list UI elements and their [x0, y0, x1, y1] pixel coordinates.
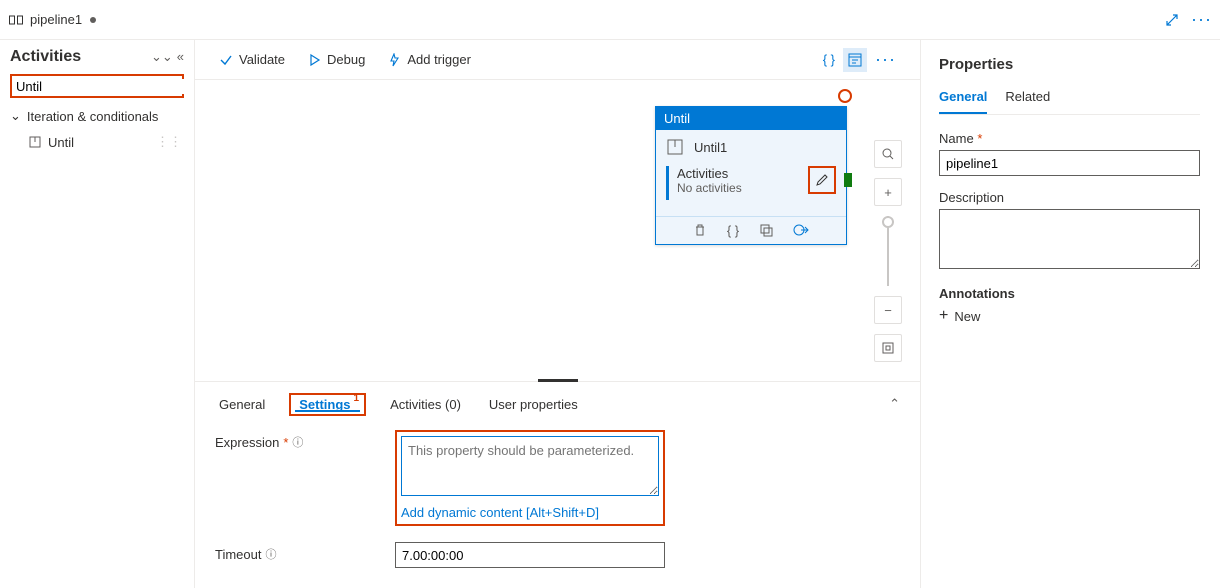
validate-label: Validate: [239, 52, 285, 67]
expression-label: Expression: [215, 435, 279, 450]
description-input[interactable]: [939, 209, 1200, 269]
properties-icon: [847, 52, 863, 68]
clone-icon[interactable]: [759, 223, 773, 237]
until-node-icon: [666, 138, 684, 156]
until-node[interactable]: Until Until1 Activities No activities: [655, 106, 847, 245]
timeout-input[interactable]: [395, 542, 665, 568]
delete-icon[interactable]: [693, 223, 707, 237]
plus-icon: +: [939, 307, 948, 325]
pipeline-name-input[interactable]: [939, 150, 1200, 176]
new-annotation-label: New: [954, 309, 980, 324]
fit-icon: [881, 341, 895, 355]
properties-title: Properties: [939, 56, 1200, 73]
debug-label: Debug: [327, 52, 365, 67]
edit-activities-button[interactable]: [808, 166, 836, 194]
add-trigger-label: Add trigger: [407, 52, 471, 67]
info-icon[interactable]: ⓘ: [265, 546, 276, 562]
accent-bar: [666, 166, 669, 200]
zoom-slider[interactable]: [887, 216, 889, 286]
play-icon: [307, 53, 321, 67]
new-annotation-button[interactable]: + New: [939, 307, 1200, 325]
activity-search-input[interactable]: [16, 79, 192, 94]
zoom-out-button[interactable]: −: [874, 296, 902, 324]
more-menu-icon[interactable]: ···: [875, 49, 896, 70]
tab-settings[interactable]: Settings 1: [295, 397, 360, 412]
zoom-knob[interactable]: [882, 216, 894, 228]
navigate-icon[interactable]: [793, 223, 809, 237]
canvas-search-button[interactable]: [874, 140, 902, 168]
more-icon[interactable]: ···: [1191, 9, 1212, 30]
tab-user-properties[interactable]: User properties: [485, 382, 582, 426]
collapse-all-icon[interactable]: ⌄⌄: [151, 49, 173, 65]
activity-search[interactable]: [10, 74, 184, 98]
chevron-down-icon: ⌄: [10, 108, 21, 124]
node-name: Until1: [694, 140, 727, 155]
tab-general-label: General: [219, 397, 265, 412]
required-marker: *: [283, 435, 288, 450]
annotations-label: Annotations: [939, 286, 1200, 301]
until-icon: [28, 135, 42, 149]
unsaved-indicator-icon: [90, 17, 96, 23]
pipeline-tab-label: pipeline1: [30, 12, 82, 27]
activity-category-label: Iteration & conditionals: [27, 109, 159, 124]
collapse-panel-icon[interactable]: ⌃: [889, 396, 900, 412]
description-label: Description: [939, 190, 1200, 205]
pencil-icon: [815, 173, 829, 187]
node-type-label: Until: [656, 107, 846, 130]
required-marker: *: [977, 131, 982, 146]
activity-category[interactable]: ⌄ Iteration & conditionals: [10, 108, 184, 124]
activity-item-label: Until: [48, 135, 74, 150]
add-dynamic-content-link[interactable]: Add dynamic content [Alt+Shift+D]: [401, 505, 599, 520]
name-label: Name: [939, 131, 974, 146]
collapse-panel-icon[interactable]: «: [177, 49, 184, 65]
grip-icon: ⋮⋮: [156, 134, 182, 150]
braces-icon[interactable]: { }: [727, 223, 739, 238]
trigger-icon: [387, 53, 401, 67]
check-icon: [219, 53, 233, 67]
properties-tab-general[interactable]: General: [939, 89, 987, 114]
tab-user-properties-label: User properties: [489, 397, 578, 412]
search-icon: [881, 147, 895, 161]
pipeline-icon: [8, 12, 24, 28]
settings-error-count: 1: [354, 393, 360, 404]
expand-icon[interactable]: [1165, 13, 1179, 27]
code-view-icon[interactable]: { }: [823, 52, 835, 67]
pipeline-tab[interactable]: pipeline1: [8, 12, 82, 28]
tab-activities[interactable]: Activities (0): [386, 382, 465, 426]
expression-input[interactable]: [401, 436, 659, 496]
tab-general[interactable]: General: [215, 382, 269, 426]
validate-button[interactable]: Validate: [219, 52, 285, 67]
debug-button[interactable]: Debug: [307, 52, 365, 67]
info-icon[interactable]: ⓘ: [292, 434, 303, 450]
activities-panel-title: Activities: [10, 48, 81, 66]
tab-settings-label: Settings: [299, 397, 350, 412]
add-trigger-button[interactable]: Add trigger: [387, 52, 471, 67]
properties-tab-related[interactable]: Related: [1005, 89, 1050, 114]
tab-activities-label: Activities (0): [390, 397, 461, 412]
node-activities-sub: No activities: [677, 181, 808, 195]
zoom-in-button[interactable]: +: [874, 178, 902, 206]
output-port[interactable]: [844, 173, 852, 187]
properties-toggle-button[interactable]: [843, 48, 867, 72]
activity-item-until[interactable]: Until ⋮⋮: [10, 130, 184, 154]
fit-screen-button[interactable]: [874, 334, 902, 362]
node-activities-label: Activities: [677, 166, 808, 181]
timeout-label: Timeout: [215, 547, 261, 562]
validation-error-icon: [838, 89, 852, 103]
